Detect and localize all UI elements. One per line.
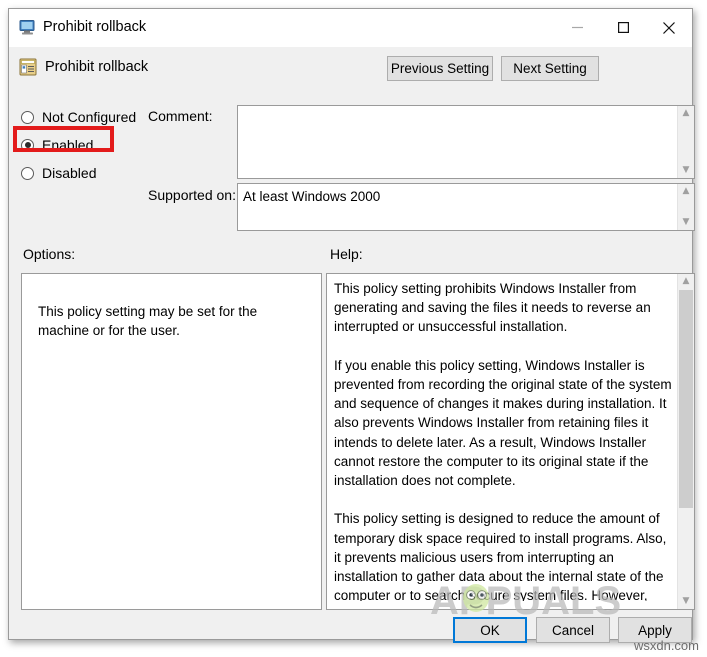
previous-setting-button[interactable]: Previous Setting [387,56,493,81]
setting-header: Prohibit rollback Previous Setting Next … [9,47,692,93]
scroll-down-icon[interactable]: ▼ [678,215,694,230]
comment-label: Comment: [148,108,213,124]
radio-mark-not-configured [21,110,34,124]
scroll-up-icon[interactable]: ▲ [678,274,694,289]
radio-disabled[interactable]: Disabled [21,163,96,183]
scroll-up-icon[interactable]: ▲ [678,184,694,199]
help-text: This policy setting prohibits Windows In… [334,281,672,601]
next-setting-button[interactable]: Next Setting [501,56,599,81]
comment-input[interactable]: ▲ ▼ [237,105,695,179]
radio-not-configured[interactable]: Not Configured [21,107,136,127]
radio-label-enabled: Enabled [42,137,94,153]
minimize-icon[interactable] [554,9,600,46]
scroll-down-icon[interactable]: ▼ [678,163,694,178]
scroll-up-icon[interactable]: ▲ [678,106,694,121]
radio-label-not-configured: Not Configured [42,109,137,125]
ok-button[interactable]: OK [453,617,527,643]
radio-label-disabled: Disabled [42,165,97,181]
comment-scrollbar[interactable]: ▲ ▼ [677,106,694,178]
supported-on-label: Supported on: [148,187,236,203]
title-bar: Prohibit rollback [9,9,692,47]
supported-on-scrollbar[interactable]: ▲ ▼ [677,184,694,230]
help-scroll-thumb[interactable] [679,290,693,508]
help-heading: Help: [330,246,363,262]
cancel-button[interactable]: Cancel [536,617,610,643]
setting-title: Prohibit rollback [45,59,149,75]
policy-setting-icon [19,58,37,76]
wsxdn-watermark: wsxdn.com [633,638,699,653]
scroll-down-icon[interactable]: ▼ [678,594,694,609]
help-panel: This policy setting prohibits Windows In… [326,273,695,610]
supported-on-input[interactable]: At least Windows 2000 ▲ ▼ [237,183,695,231]
close-icon[interactable] [646,9,692,46]
radio-mark-enabled [21,138,34,152]
options-panel: This policy setting may be set for the m… [21,273,322,610]
dialog-body: Not Configured Enabled Disabled Comment:… [9,93,695,643]
policy-setting-dialog: Prohibit rollback Prohibit rollback Prev… [8,8,695,643]
radio-mark-disabled [21,166,34,180]
window-title: Prohibit rollback [43,19,147,35]
maximize-icon[interactable] [600,9,646,46]
help-scrollbar[interactable]: ▲ ▼ [677,274,694,609]
options-heading: Options: [23,246,76,262]
options-text: This policy setting may be set for the m… [38,304,258,338]
radio-enabled[interactable]: Enabled [21,135,93,155]
supported-on-value: At least Windows 2000 [243,189,381,204]
computer-monitor-icon [19,20,36,35]
